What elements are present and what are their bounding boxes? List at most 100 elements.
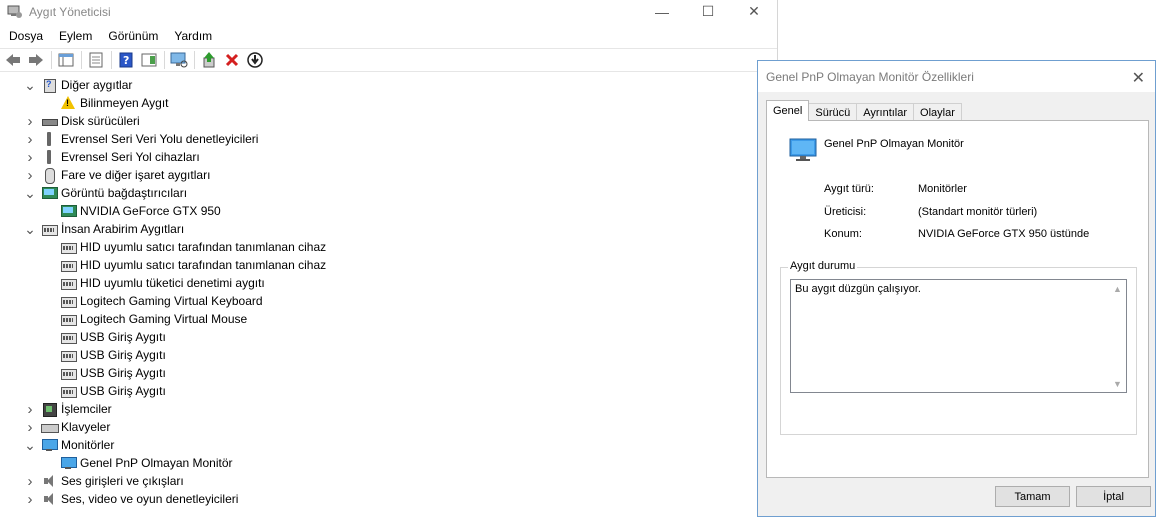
tab-driver[interactable]: Sürücü xyxy=(808,103,858,121)
chevron-right-icon[interactable]: › xyxy=(23,400,37,418)
chevron-right-icon[interactable]: › xyxy=(23,472,37,490)
tree-category[interactable]: ⌄ İnsan Arabirim Aygıtları xyxy=(0,220,777,238)
window-title: Aygıt Yöneticisi xyxy=(29,4,111,19)
tree-label: USB Giriş Aygıtı xyxy=(80,348,166,362)
properties-icon[interactable] xyxy=(85,50,107,70)
scroll-up-icon[interactable]: ▲ xyxy=(1109,280,1126,297)
chevron-down-icon[interactable]: ⌄ xyxy=(23,76,37,94)
monitor-icon xyxy=(60,455,77,471)
chevron-down-icon[interactable]: ⌄ xyxy=(23,184,37,202)
general-tab-panel: Genel PnP Olmayan Monitör Aygıt türü: Mo… xyxy=(766,120,1149,478)
tree-label: Genel PnP Olmayan Monitör xyxy=(80,456,233,470)
show-hide-tree-icon[interactable] xyxy=(55,50,77,70)
tree-label: Evrensel Seri Yol cihazları xyxy=(61,150,200,164)
tree-label: Ses girişleri ve çıkışları xyxy=(61,474,184,488)
toolbar-separator xyxy=(194,51,195,69)
hid-icon xyxy=(60,239,77,255)
tree-device[interactable]: Logitech Gaming Virtual Keyboard xyxy=(0,292,777,310)
title-bar: Aygıt Yöneticisi — ☐ ✕ xyxy=(0,0,777,23)
chevron-right-icon[interactable]: › xyxy=(23,490,37,508)
disable-device-icon[interactable] xyxy=(244,50,266,70)
speaker-icon xyxy=(41,491,57,507)
tab-general[interactable]: Genel xyxy=(766,100,810,121)
dialog-close-icon[interactable]: ✕ xyxy=(1132,68,1145,88)
uninstall-device-icon[interactable] xyxy=(221,50,243,70)
chevron-right-icon[interactable]: › xyxy=(23,130,37,148)
device-status-label: Aygıt durumu xyxy=(788,260,858,272)
minimize-button[interactable]: — xyxy=(639,0,685,23)
svg-text:?: ? xyxy=(123,54,129,67)
tree-category[interactable]: ⌄ Görüntü bağdaştırıcıları xyxy=(0,184,777,202)
hid-icon xyxy=(60,347,77,363)
status-scrollbar[interactable]: ▲ ▼ xyxy=(1109,280,1126,392)
tree-label: USB Giriş Aygıtı xyxy=(80,366,166,380)
update-driver-icon[interactable] xyxy=(198,50,220,70)
tree-device[interactable]: HID uyumlu satıcı tarafından tanımlanan … xyxy=(0,256,777,274)
menu-action[interactable]: Eylem xyxy=(53,26,98,46)
tab-details[interactable]: Ayrıntılar xyxy=(856,103,915,121)
device-manager-window: Aygıt Yöneticisi — ☐ ✕ Dosya Eylem Görün… xyxy=(0,0,778,517)
tree-category[interactable]: › Fare ve diğer işaret aygıtları xyxy=(0,166,777,184)
tree-device[interactable]: NVIDIA GeForce GTX 950 xyxy=(0,202,777,220)
hid-icon xyxy=(60,329,77,345)
tree-device[interactable]: USB Giriş Aygıtı xyxy=(0,346,777,364)
tree-device[interactable]: USB Giriş Aygıtı xyxy=(0,364,777,382)
hid-icon xyxy=(60,365,77,381)
hid-icon xyxy=(60,275,77,291)
chevron-right-icon[interactable]: › xyxy=(23,148,37,166)
tree-category[interactable]: › Disk sürücüleri xyxy=(0,112,777,130)
tree-category[interactable]: ⌄ Diğer aygıtlar xyxy=(0,76,777,94)
device-type-label: Aygıt türü: xyxy=(824,183,874,195)
warning-device-icon xyxy=(60,95,76,111)
menu-bar: Dosya Eylem Görünüm Yardım xyxy=(0,23,777,48)
device-manager-app-icon xyxy=(7,4,23,20)
manufacturer-label: Üreticisi: xyxy=(824,206,867,218)
tree-device[interactable]: HID uyumlu tüketici denetimi aygıtı xyxy=(0,274,777,292)
tree-category[interactable]: › Klavyeler xyxy=(0,418,777,436)
menu-view[interactable]: Görünüm xyxy=(102,26,164,46)
tree-label: Diğer aygıtlar xyxy=(61,78,133,92)
manufacturer-value: (Standart monitör türleri) xyxy=(918,206,1038,218)
tab-events[interactable]: Olaylar xyxy=(913,103,962,121)
tree-category[interactable]: ⌄ Monitörler xyxy=(0,436,777,454)
tree-label: Fare ve diğer işaret aygıtları xyxy=(61,168,211,182)
chevron-down-icon[interactable]: ⌄ xyxy=(23,220,37,238)
dialog-title: Genel PnP Olmayan Monitör Özellikleri xyxy=(766,69,974,84)
device-status-group: Aygıt durumu Bu aygıt düzgün çalışıyor. … xyxy=(780,260,1137,435)
tree-category[interactable]: › İşlemciler xyxy=(0,400,777,418)
tree-label: Logitech Gaming Virtual Keyboard xyxy=(80,294,263,308)
chevron-right-icon[interactable]: › xyxy=(23,112,37,130)
tree-label: Logitech Gaming Virtual Mouse xyxy=(80,312,248,326)
usb-controller-icon xyxy=(41,131,57,147)
tree-category[interactable]: › Evrensel Seri Yol cihazları xyxy=(0,148,777,166)
menu-file[interactable]: Dosya xyxy=(3,26,49,46)
close-button[interactable]: ✕ xyxy=(731,0,777,23)
action-pane-icon[interactable] xyxy=(138,50,160,70)
tree-device[interactable]: Bilinmeyen Aygıt xyxy=(0,94,777,112)
ok-button[interactable]: Tamam xyxy=(995,486,1070,507)
chevron-right-icon[interactable]: › xyxy=(23,166,37,184)
chevron-right-icon[interactable]: › xyxy=(23,418,37,436)
tree-device[interactable]: Logitech Gaming Virtual Mouse xyxy=(0,310,777,328)
maximize-button[interactable]: ☐ xyxy=(685,0,731,23)
tree-label: USB Giriş Aygıtı xyxy=(80,330,166,344)
menu-help[interactable]: Yardım xyxy=(168,26,218,46)
device-status-textbox[interactable]: Bu aygıt düzgün çalışıyor. ▲ ▼ xyxy=(790,279,1127,393)
back-arrow-icon[interactable] xyxy=(2,50,24,70)
cancel-button[interactable]: İptal xyxy=(1076,486,1151,507)
scan-hardware-icon[interactable] xyxy=(168,50,190,70)
help-icon[interactable]: ? xyxy=(115,50,137,70)
tree-device[interactable]: HID uyumlu satıcı tarafından tanımlanan … xyxy=(0,238,777,256)
forward-arrow-icon[interactable] xyxy=(25,50,47,70)
scroll-down-icon[interactable]: ▼ xyxy=(1109,375,1126,392)
tree-category[interactable]: › Ses girişleri ve çıkışları xyxy=(0,472,777,490)
tree-device[interactable]: USB Giriş Aygıtı xyxy=(0,328,777,346)
tree-label: Görüntü bağdaştırıcıları xyxy=(61,186,188,200)
tree-category[interactable]: › Evrensel Seri Veri Yolu denetleyicileri xyxy=(0,130,777,148)
tree-category[interactable]: › Ses, video ve oyun denetleyicileri xyxy=(0,490,777,508)
device-name: Genel PnP Olmayan Monitör xyxy=(824,138,964,150)
chevron-down-icon[interactable]: ⌄ xyxy=(23,436,37,454)
tree-device[interactable]: USB Giriş Aygıtı xyxy=(0,382,777,400)
tree-device[interactable]: Genel PnP Olmayan Monitör xyxy=(0,454,777,472)
hid-icon xyxy=(60,257,77,273)
